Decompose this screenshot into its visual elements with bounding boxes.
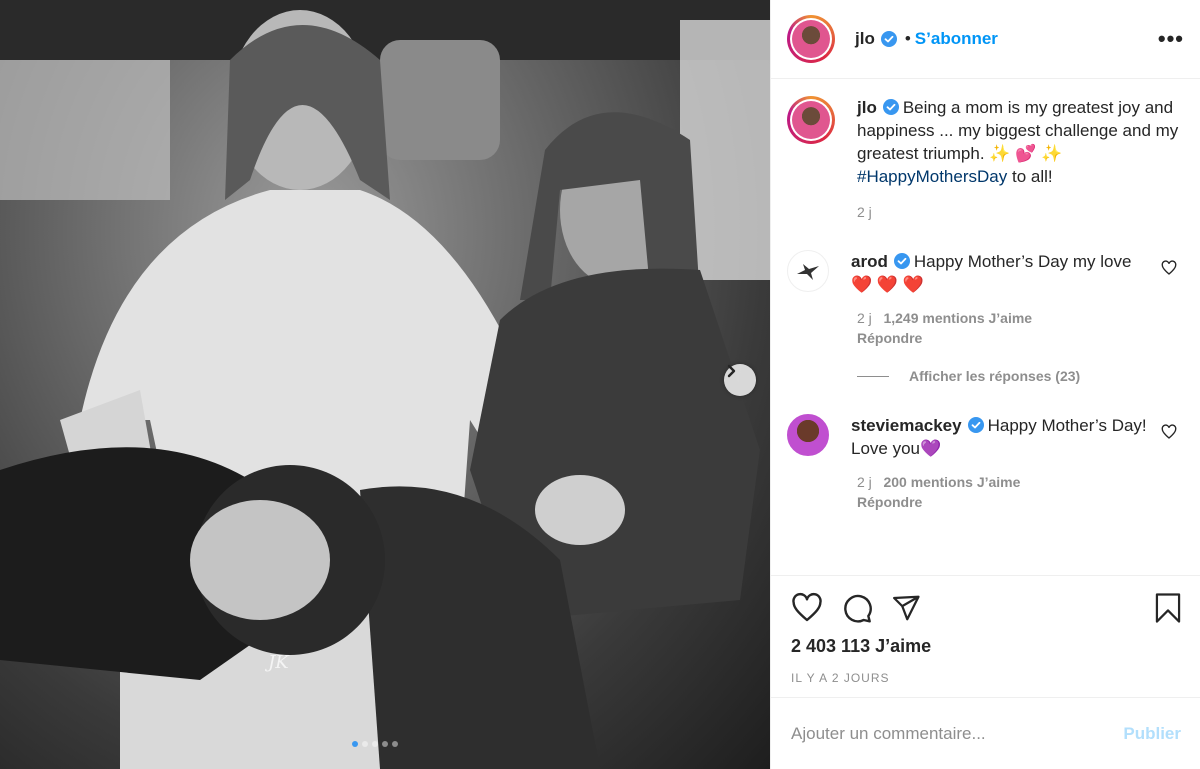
next-photo-button[interactable]: [724, 364, 756, 396]
commenter-avatar[interactable]: [787, 250, 829, 292]
comment-icon[interactable]: [841, 592, 873, 624]
verified-icon: [967, 417, 984, 433]
carousel-dot: [372, 741, 378, 747]
action-icons: [791, 590, 1183, 626]
author-avatar[interactable]: [787, 15, 835, 63]
bookmark-icon[interactable]: [1153, 592, 1183, 624]
like-count[interactable]: 2 403 113 J’aime: [791, 636, 1183, 657]
commenter-username[interactable]: arod: [851, 252, 888, 271]
separator-bullet: •: [904, 29, 911, 48]
post-header: jlo • S’abonner •••: [771, 0, 1200, 79]
view-replies-button[interactable]: Afficher les réponses (23): [857, 368, 1181, 384]
verified-icon: [880, 31, 897, 47]
caption-text: jlo Being a mom is my greatest joy and ha…: [857, 96, 1181, 188]
reply-button[interactable]: Répondre: [857, 494, 1181, 510]
comment-meta: 2 j 1,249 mentions J’aime Répondre: [857, 310, 1181, 346]
caption-username[interactable]: jlo: [857, 98, 877, 117]
comment-meta: 2 j 200 mentions J’aime Répondre: [857, 474, 1181, 510]
carousel-dot: [392, 741, 398, 747]
post-photo[interactable]: JK: [0, 0, 770, 769]
carousel-dots: [352, 741, 398, 747]
photo-illustration: [0, 0, 770, 769]
publish-button[interactable]: Publier: [1123, 724, 1181, 744]
comment-row: arod Happy Mother’s Day my love❤️ ❤️ ❤️: [787, 250, 1181, 296]
action-bar: 2 403 113 J’aime IL Y A 2 JOURS: [771, 575, 1200, 685]
heart-icon[interactable]: [1161, 260, 1177, 276]
chevron-right-icon: [727, 364, 736, 378]
comment-row: steviemackey Happy Mother’s Day! Love you…: [787, 414, 1181, 460]
heart-icon[interactable]: [791, 592, 823, 624]
view-replies-label: Afficher les réponses (23): [909, 368, 1081, 384]
author-username[interactable]: jlo: [855, 29, 875, 49]
carousel-dot: [362, 741, 368, 747]
comment-age[interactable]: 2 j: [857, 474, 872, 490]
caption-end: to all!: [1007, 167, 1053, 186]
comment-input[interactable]: [791, 723, 1124, 744]
heart-icon[interactable]: [1161, 424, 1177, 440]
verified-icon: [882, 99, 899, 115]
avatar-image: [792, 101, 830, 139]
arod-logo-icon: [797, 264, 819, 280]
share-icon[interactable]: [891, 593, 921, 623]
hashtag-link[interactable]: #HappyMothersDay: [857, 167, 1007, 186]
post-sidebar: jlo • S’abonner ••• jlo Being a mom is my…: [770, 0, 1200, 769]
comment-text: steviemackey Happy Mother’s Day! Love you…: [851, 414, 1151, 460]
follow-button[interactable]: S’abonner: [915, 29, 998, 49]
commenter-username[interactable]: steviemackey: [851, 416, 962, 435]
comment-age[interactable]: 2 j: [857, 310, 872, 326]
carousel-dot: [382, 741, 388, 747]
comment-likes[interactable]: 200 mentions J’aime: [883, 474, 1020, 490]
verified-icon: [893, 253, 910, 269]
author-avatar[interactable]: [787, 96, 835, 144]
post-timestamp[interactable]: IL Y A 2 JOURS: [791, 671, 1183, 685]
replies-divider: [857, 375, 889, 377]
caption-body: Being a mom is my greatest joy and happi…: [857, 98, 1179, 163]
comments-list: jlo Being a mom is my greatest joy and ha…: [771, 80, 1200, 575]
commenter-avatar[interactable]: [787, 414, 829, 456]
photo-watermark: JK: [268, 652, 289, 673]
caption-row: jlo Being a mom is my greatest joy and ha…: [787, 96, 1181, 188]
comment-composer: Publier: [771, 697, 1200, 769]
avatar-image: [792, 20, 830, 58]
more-icon[interactable]: •••: [1158, 28, 1184, 50]
comment-text: arod Happy Mother’s Day my love❤️ ❤️ ❤️: [851, 250, 1151, 296]
carousel-dot: [352, 741, 358, 747]
comment-likes[interactable]: 1,249 mentions J’aime: [883, 310, 1032, 326]
caption-meta: 2 j: [857, 204, 1181, 220]
reply-button[interactable]: Répondre: [857, 330, 1181, 346]
caption-age[interactable]: 2 j: [857, 204, 872, 220]
